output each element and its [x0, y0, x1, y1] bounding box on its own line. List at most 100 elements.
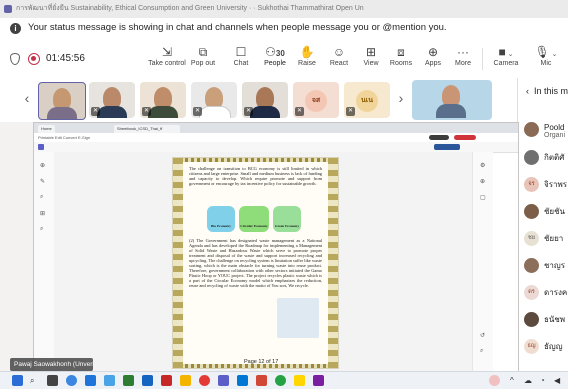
- page-paragraph: The challenge on transition to BCG econo…: [189, 166, 322, 186]
- participant-initials: จส: [305, 90, 327, 112]
- participant-tile[interactable]: ✕: [242, 82, 288, 118]
- muted-icon: ✕: [244, 107, 253, 116]
- chat-button[interactable]: ☐ Chat: [228, 45, 254, 75]
- avatar: ธญ: [524, 339, 539, 354]
- browser-tab: Home: [38, 125, 55, 133]
- pdf-left-toolbar: ⊕ ✎ ⌕ ⊞ ⌕: [34, 152, 55, 372]
- outlook-icon[interactable]: [237, 375, 248, 386]
- excel-icon[interactable]: [123, 375, 134, 386]
- camera-button[interactable]: ■ ⌄ Camera: [490, 45, 522, 75]
- wifi-icon[interactable]: ◔: [540, 376, 545, 385]
- participant-tile[interactable]: จส ✕: [293, 82, 339, 118]
- take-control-button[interactable]: ⇲ Take control: [148, 45, 186, 75]
- chrome-icon[interactable]: [199, 375, 210, 386]
- line-icon[interactable]: [275, 375, 286, 386]
- participant-list-item[interactable]: ชาญร: [524, 256, 568, 276]
- people-button[interactable]: ⚇30 People: [260, 45, 290, 80]
- participant-list-item[interactable]: จร จิราพร: [524, 175, 568, 195]
- status-banner-text: Your status message is showing in chat a…: [28, 22, 447, 33]
- teams-taskbar-icon[interactable]: [218, 375, 229, 386]
- volume-icon[interactable]: ◀: [554, 376, 560, 385]
- avatar: [524, 150, 539, 165]
- muted-icon: ✕: [346, 107, 355, 116]
- avatar[interactable]: [489, 375, 500, 386]
- folder-icon[interactable]: [180, 375, 191, 386]
- rooms-icon: ⧈: [397, 45, 405, 59]
- participant-initials: นเน: [356, 90, 378, 112]
- window-title: การพัฒนาที่ยั่งยืน Sustainability, Ethic…: [16, 5, 364, 12]
- view-icon: ⊞: [365, 45, 377, 59]
- participant-tile[interactable]: ✕: [191, 82, 237, 118]
- take-control-icon: ⇲: [161, 45, 173, 59]
- pdf-app-icon[interactable]: [161, 375, 172, 386]
- app-icon[interactable]: [313, 375, 324, 386]
- rooms-button[interactable]: ⧈ Rooms: [388, 45, 414, 75]
- edge-icon[interactable]: [66, 375, 77, 386]
- pdf-action-button: [434, 144, 460, 150]
- mic-icon: 🎙 ⌄: [534, 45, 558, 59]
- muted-icon: ✕: [193, 107, 202, 116]
- muted-icon: ✕: [91, 107, 100, 116]
- more-icon: ···: [457, 45, 469, 59]
- avatar: [524, 258, 539, 273]
- muted-icon: ✕: [142, 107, 151, 116]
- apps-button[interactable]: ⊕ Apps: [420, 45, 446, 75]
- shared-screen[interactable]: Home Sheetbook_ICSD_Thai_ff Printable Ed…: [33, 122, 519, 373]
- panel-title: ‹ In this m: [526, 86, 568, 96]
- taskbar: ⌕ ^ ☁ ◔ ◀: [0, 371, 568, 389]
- participant-list-item[interactable]: ธนัชพ: [524, 310, 568, 330]
- store-icon[interactable]: [85, 375, 96, 386]
- avatar: ชย: [524, 231, 539, 246]
- participant-tile[interactable]: นเน ✕: [344, 82, 390, 118]
- page-indicator: Page 12 of 17: [244, 359, 279, 365]
- pdf-menu: Printable Edit Convert E-Sign: [38, 135, 91, 140]
- app-icon[interactable]: [294, 375, 305, 386]
- pdf-viewport: The challenge on transition to BCG econo…: [54, 152, 472, 372]
- weather-icon[interactable]: [104, 375, 115, 386]
- chat-icon: ☐: [235, 45, 247, 59]
- participant-tile[interactable]: [38, 82, 86, 120]
- muted-icon: ✕: [295, 107, 304, 116]
- powerpoint-icon[interactable]: [256, 375, 267, 386]
- cloud-icon[interactable]: ☁: [524, 376, 532, 385]
- teams-icon: [4, 5, 12, 13]
- mic-button[interactable]: 🎙 ⌄ Mic: [530, 45, 562, 75]
- windows-start-icon[interactable]: [12, 375, 23, 386]
- strip-next-arrow-icon[interactable]: ›: [394, 88, 408, 108]
- plastic-project-figure: [277, 298, 319, 338]
- word-icon[interactable]: [142, 375, 153, 386]
- more-button[interactable]: ··· More: [450, 45, 476, 75]
- raise-hand-button[interactable]: ✋ Raise: [294, 45, 320, 75]
- info-icon: i: [10, 23, 21, 34]
- self-view-tile[interactable]: [412, 80, 492, 120]
- participant-list-item[interactable]: ชย ชัยยา: [524, 229, 568, 249]
- pop-out-button[interactable]: ⧉ Pop out: [188, 45, 218, 75]
- share-button: [429, 135, 449, 140]
- shield-icon: [10, 53, 20, 65]
- avatar: ดร: [524, 285, 539, 300]
- task-view-icon[interactable]: [47, 375, 58, 386]
- avatar: [524, 312, 539, 327]
- participant-tile[interactable]: ✕: [140, 82, 186, 118]
- people-count: 30: [275, 49, 285, 58]
- react-button[interactable]: ☺ React: [326, 45, 352, 75]
- apps-icon: ⊕: [427, 45, 439, 59]
- view-button[interactable]: ⊞ View: [358, 45, 384, 75]
- recording-icon: [28, 53, 40, 65]
- toolbar-divider: [482, 48, 483, 70]
- participant-list-item[interactable]: กิตติศั: [524, 148, 568, 168]
- search-icon[interactable]: ⌕: [30, 376, 34, 386]
- participant-list-item[interactable]: Poold Organi: [524, 120, 568, 140]
- meeting-timer: 01:45:56: [46, 53, 85, 64]
- participant-tile[interactable]: ✕: [89, 82, 135, 118]
- participant-list-item[interactable]: ชัยชัน: [524, 202, 568, 222]
- participant-list-item[interactable]: ดร ดารงค: [524, 283, 568, 303]
- chevron-up-icon[interactable]: ^: [510, 376, 514, 385]
- presenter-caption: Pawaj Saowakhonh (Unverified): [10, 358, 93, 371]
- avatar: จร: [524, 177, 539, 192]
- people-icon: ⚇30: [265, 45, 285, 59]
- page-paragraph: (2) The Government has designated waste …: [189, 238, 322, 288]
- window-title-bar: การพัฒนาที่ยั่งยืน Sustainability, Ethic…: [0, 0, 568, 18]
- strip-prev-arrow-icon[interactable]: ‹: [20, 88, 34, 108]
- participant-list-item[interactable]: ธญ ธัญญ: [524, 337, 568, 357]
